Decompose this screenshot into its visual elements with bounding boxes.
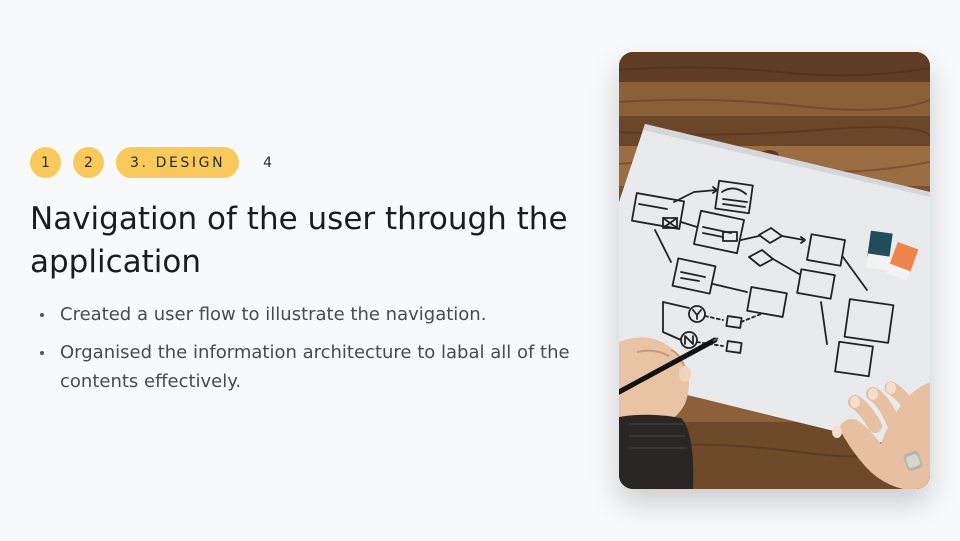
step-3-pill-active: 3. DESIGN <box>116 147 240 178</box>
step-4-label: 4 <box>263 154 273 171</box>
bullet-list: Created a user flow to illustrate the na… <box>38 300 598 405</box>
bullet-text: Created a user flow to illustrate the na… <box>60 304 487 325</box>
bullet-item: Organised the information architecture t… <box>38 338 598 396</box>
user-flow-sketch-photo <box>619 52 930 489</box>
slide-title: Navigation of the user through the appli… <box>30 201 568 280</box>
step-2-pill: 2 <box>73 147 104 178</box>
bullet-dot-icon <box>40 351 44 355</box>
bullet-dot-icon <box>40 313 44 317</box>
step-1-pill: 1 <box>30 147 61 178</box>
bullet-text: Organised the information architecture t… <box>60 342 570 392</box>
bullet-item: Created a user flow to illustrate the na… <box>38 300 598 329</box>
slide: 1 2 3. DESIGN 4 Navigation of the user t… <box>0 0 960 541</box>
step-indicator: 1 2 3. DESIGN 4 <box>30 147 272 178</box>
